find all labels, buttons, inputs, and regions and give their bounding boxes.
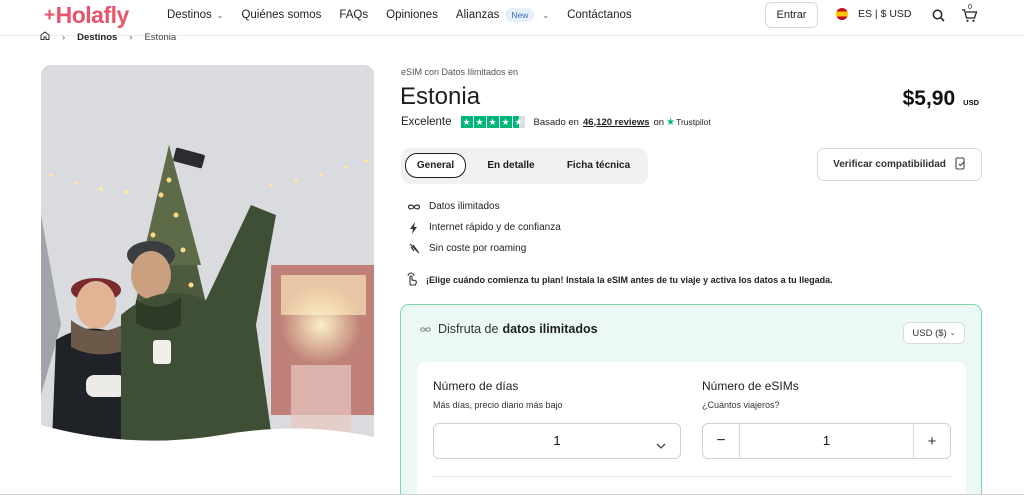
nav-item-quienes-somos[interactable]: Quiénes somos bbox=[241, 8, 321, 22]
esims-stepper: − 1 + bbox=[702, 423, 951, 459]
chevron-down-icon bbox=[656, 436, 666, 454]
feature-list: Datos ilimitados Internet rápido y de co… bbox=[406, 196, 561, 259]
price-currency: USD bbox=[963, 98, 979, 107]
tab-en-detalle[interactable]: En detalle bbox=[476, 153, 546, 178]
cart-count: 0 bbox=[968, 4, 972, 11]
breadcrumb-current: Estonia bbox=[144, 31, 177, 43]
nav-item-alianzas[interactable]: Alianzas New ⌄ bbox=[456, 8, 549, 22]
esims-sublabel: ¿Cuántos viajeros? bbox=[702, 400, 780, 410]
reviews-link[interactable]: 46,120 reviews bbox=[583, 117, 650, 128]
infinity-icon bbox=[419, 322, 432, 336]
new-badge: New bbox=[505, 8, 535, 22]
reviews-prefix: Basado en bbox=[533, 116, 579, 128]
currency-select[interactable]: USD ($) ⌄ bbox=[903, 322, 965, 344]
chevron-down-icon: ⌄ bbox=[542, 10, 550, 20]
rating-stars: ★ ★ ★ ★ ★ bbox=[460, 116, 526, 128]
feature-item: Datos ilimitados bbox=[406, 196, 561, 217]
increment-button[interactable]: + bbox=[913, 424, 950, 458]
activation-notice: ¡Elige cuándo comienza tu plan! Instala … bbox=[405, 272, 833, 288]
cart-icon[interactable]: 0 bbox=[960, 4, 978, 23]
days-value: 1 bbox=[553, 433, 561, 448]
tab-general[interactable]: General bbox=[405, 153, 466, 178]
reviews-on: on bbox=[653, 116, 665, 128]
nav-item-opiniones[interactable]: Opiniones bbox=[386, 8, 438, 22]
trustpilot-logo: ★ Trustpilot bbox=[666, 116, 711, 128]
star-icon: ★ bbox=[499, 116, 512, 128]
pre-title: eSIM con Datos Ilimitados en bbox=[401, 67, 519, 77]
chevron-right-icon: › bbox=[62, 31, 66, 43]
decrement-button[interactable]: − bbox=[703, 424, 740, 458]
nav-item-faqs[interactable]: FAQs bbox=[339, 8, 368, 22]
bolt-icon bbox=[406, 221, 422, 234]
locale-selector[interactable]: ES | $ USD bbox=[836, 8, 912, 20]
nav-item-contactanos[interactable]: Contáctanos bbox=[567, 8, 632, 22]
price: $5,90 USD bbox=[903, 87, 979, 111]
rating-word: Excelente bbox=[401, 116, 452, 128]
phone-check-icon bbox=[955, 156, 966, 173]
page-title: Estonia bbox=[400, 83, 481, 110]
no-roaming-icon bbox=[406, 243, 422, 254]
holafly-logo[interactable]: +Holafly bbox=[44, 2, 129, 29]
main-nav: Destinos ⌄ Quiénes somos FAQs Opiniones … bbox=[167, 8, 650, 22]
star-icon: ★ bbox=[460, 116, 473, 128]
login-button[interactable]: Entrar bbox=[765, 2, 818, 28]
trustpilot-rating: Excelente ★ ★ ★ ★ ★ Basado en 46,120 rev… bbox=[401, 116, 711, 128]
esims-label: Número de eSIMs bbox=[702, 379, 799, 393]
plan-heading: Disfruta de datos ilimitados bbox=[419, 322, 598, 336]
divider bbox=[433, 476, 951, 477]
infinity-icon bbox=[406, 203, 422, 211]
price-value: $5,90 bbox=[902, 87, 956, 110]
plan-configurator: Disfruta de datos ilimitados USD ($) ⌄ N… bbox=[400, 304, 982, 495]
star-icon: ★ bbox=[486, 116, 499, 128]
breadcrumb: › Destinos › Estonia bbox=[40, 31, 176, 43]
esims-value[interactable]: 1 bbox=[740, 433, 913, 448]
chevron-down-icon: ⌄ bbox=[216, 10, 224, 20]
spain-flag-icon bbox=[836, 8, 848, 20]
trustpilot-star-icon: ★ bbox=[666, 116, 676, 128]
star-icon: ★ bbox=[473, 116, 486, 128]
home-icon[interactable] bbox=[40, 31, 50, 43]
days-sublabel: Más días, precio diario más bajo bbox=[433, 400, 563, 410]
feature-item: Internet rápido y de confianza bbox=[406, 217, 561, 238]
nav-item-destinos[interactable]: Destinos ⌄ bbox=[167, 8, 223, 22]
hero-image bbox=[41, 65, 374, 467]
chevron-right-icon: › bbox=[129, 31, 133, 43]
hand-tap-icon bbox=[405, 272, 419, 288]
search-icon[interactable] bbox=[930, 7, 946, 23]
star-half-icon: ★ bbox=[512, 116, 525, 128]
product-tabs: General En detalle Ficha técnica bbox=[401, 148, 648, 184]
breadcrumb-destinos[interactable]: Destinos bbox=[77, 32, 117, 43]
feature-item: Sin coste por roaming bbox=[406, 238, 561, 259]
plan-card: Número de días Más días, precio diario m… bbox=[417, 362, 966, 495]
verify-compatibility-button[interactable]: Verificar compatibilidad bbox=[817, 148, 982, 181]
chevron-down-icon: ⌄ bbox=[949, 330, 956, 337]
days-label: Número de días bbox=[433, 379, 519, 393]
tab-ficha-tecnica[interactable]: Ficha técnica bbox=[556, 153, 641, 178]
days-select[interactable]: 1 bbox=[433, 423, 681, 459]
